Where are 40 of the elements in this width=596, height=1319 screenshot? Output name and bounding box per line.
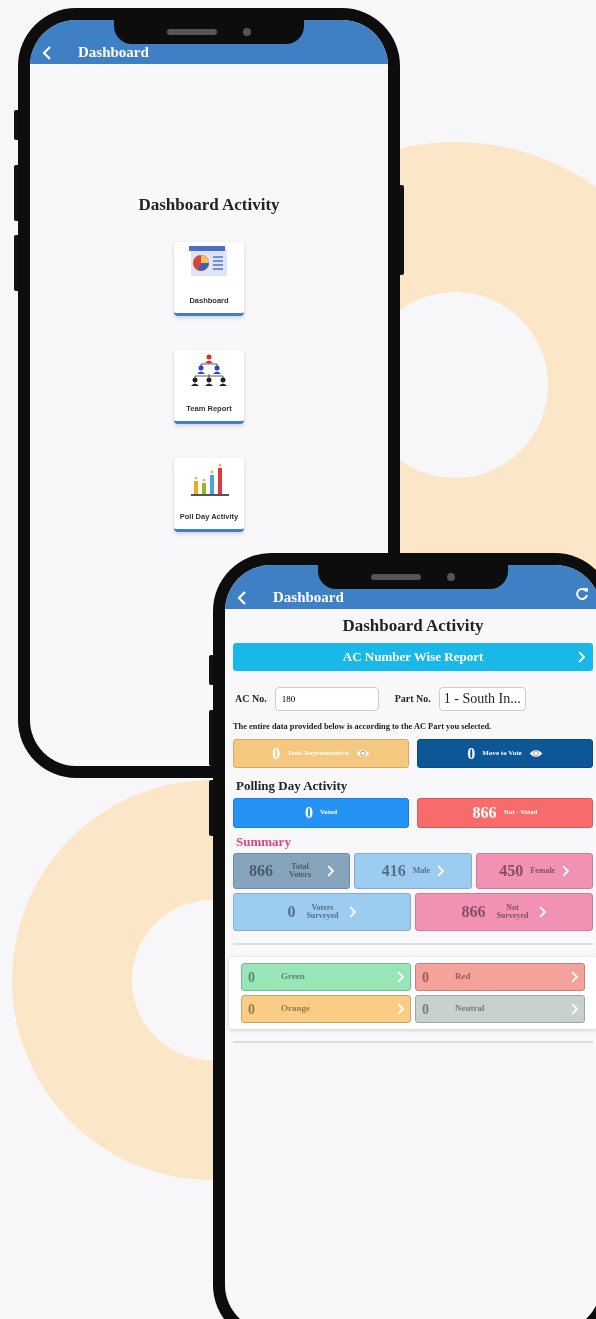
screen-heading: Dashboard Activity — [138, 194, 280, 216]
chevron-right-icon — [349, 906, 357, 919]
screen-heading: Dashboard Activity — [341, 615, 485, 637]
eye-icon — [355, 749, 370, 759]
category-tile[interactable]: 0 Neutral — [415, 995, 585, 1024]
refresh-icon[interactable] — [575, 586, 589, 601]
eye-icon — [528, 749, 543, 759]
report-button[interactable]: AC Number Wise Report — [233, 642, 593, 671]
chevron-right-icon — [539, 906, 547, 919]
chevron-right-icon — [562, 865, 570, 878]
speaker-icon — [371, 574, 421, 580]
back-icon[interactable] — [42, 46, 52, 60]
header-title: Dashboard — [78, 43, 149, 60]
summary-tile[interactable]: 450 Female — [475, 853, 593, 890]
ac-number-field[interactable]: 180 — [274, 686, 379, 711]
chevron-right-icon — [437, 865, 445, 878]
chevron-right-icon — [396, 971, 404, 984]
summary-tile[interactable]: 866 Total Voters — [233, 853, 351, 890]
chevron-right-icon — [577, 650, 585, 663]
category-tile[interactable]: 0 Orange — [241, 995, 411, 1024]
header-title: Dashboard — [273, 588, 344, 605]
summary-tile[interactable]: 0 Voters Surveyed — [233, 893, 411, 932]
chevron-right-icon — [570, 971, 578, 984]
field-label: Part No. — [394, 692, 431, 706]
category-tile[interactable]: 0 Red — [415, 963, 585, 992]
part-number-select[interactable]: 1 - South In... — [438, 686, 526, 711]
section-heading: Summary — [236, 832, 292, 851]
category-tile[interactable]: 0 Green — [241, 963, 411, 992]
summary-tile[interactable]: 866 Not Surveyed — [415, 893, 593, 932]
chevron-right-icon — [327, 865, 335, 878]
field-label: AC No. — [235, 692, 267, 706]
speaker-icon — [167, 29, 217, 35]
chevron-right-icon — [570, 1003, 578, 1016]
camera-icon — [447, 573, 455, 581]
chevron-right-icon — [396, 1003, 404, 1016]
info-note: The entire data provided below is according to the AC Part you selected. — [233, 720, 493, 733]
back-icon[interactable] — [237, 591, 247, 605]
section-heading: Polling Day Activity — [236, 777, 349, 796]
camera-icon — [243, 28, 251, 36]
summary-tile[interactable]: 416 Male — [354, 853, 472, 890]
